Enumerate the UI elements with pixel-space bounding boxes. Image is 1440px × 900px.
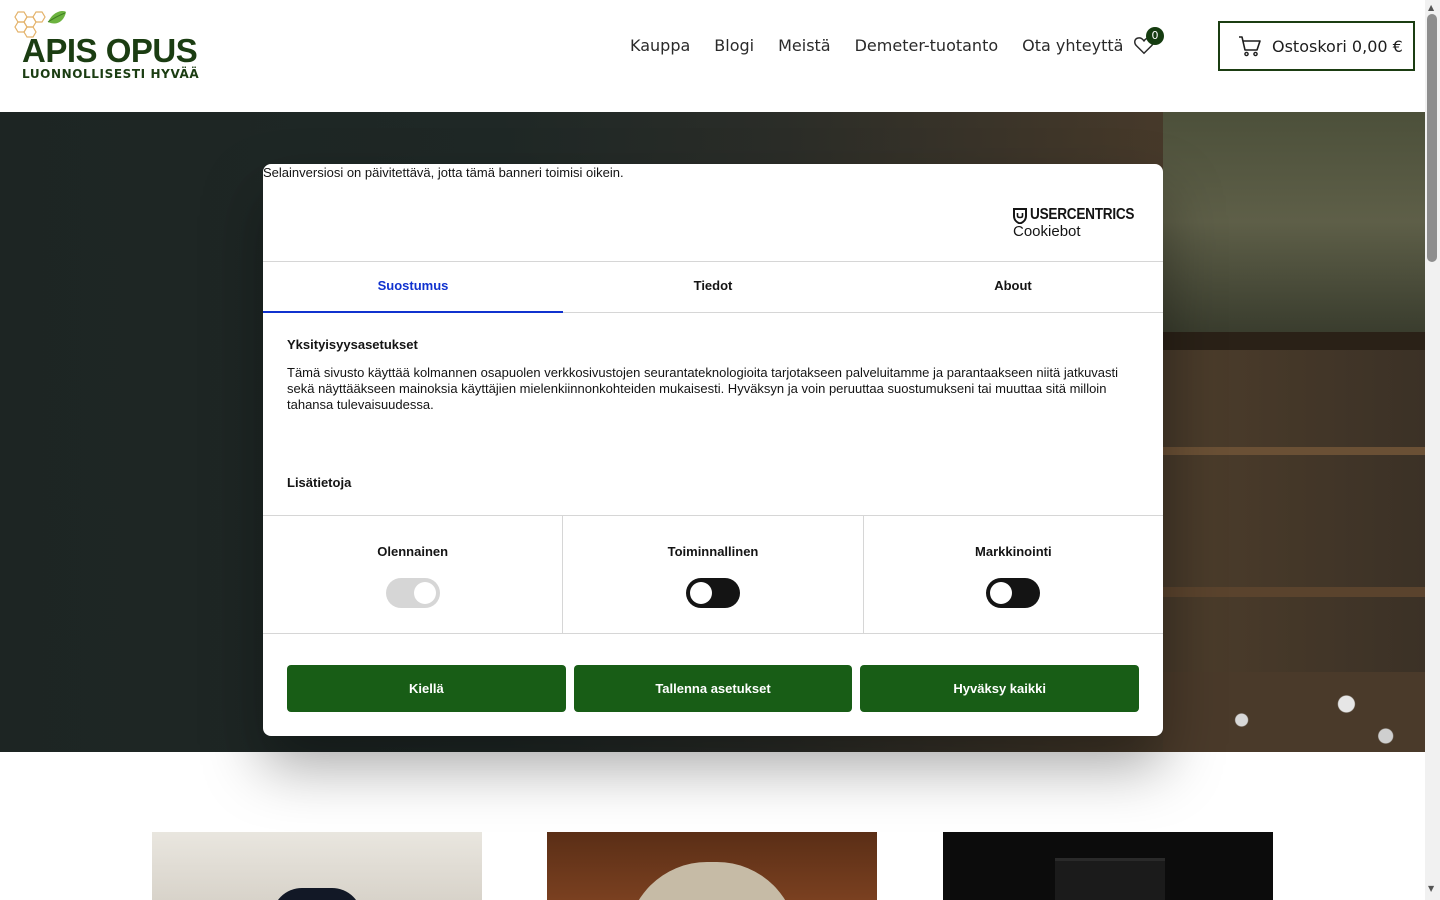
toggle-knob — [990, 582, 1013, 604]
product-bag-image — [1055, 858, 1165, 900]
tab-about[interactable]: About — [863, 262, 1163, 312]
toggle-necessary-group: Olennainen — [263, 516, 564, 633]
cookiebot-brand[interactable]: USERCENTRICS Cookiebot — [1013, 206, 1143, 242]
toggle-functional-label: Toiminnallinen — [667, 544, 759, 559]
hero-beehive-board — [1163, 447, 1425, 455]
nav-item-blogi[interactable]: Blogi — [714, 36, 754, 58]
cart-label: Ostoskori 0,00 € — [1272, 36, 1403, 56]
brand-subtitle: Cookiebot — [1013, 223, 1081, 240]
main-nav: Kauppa Blogi Meistä Demeter-tuotanto Ota… — [630, 36, 1147, 58]
scroll-up-arrow-icon[interactable]: ▲ — [1428, 3, 1434, 12]
toggle-functional-switch[interactable] — [685, 578, 740, 608]
accept-all-button[interactable]: Hyväksy kaikki — [860, 665, 1140, 712]
hero-beehive-board — [1163, 587, 1425, 597]
cookie-consent-dialog: Selainversiosi on päivitettävä, jotta tä… — [263, 164, 1163, 736]
toggle-marketing-label: Markkinointi — [975, 544, 1052, 559]
product-card-image[interactable] — [152, 832, 482, 900]
cart-button[interactable]: Ostoskori 0,00 € — [1218, 21, 1415, 71]
nav-item-demeter[interactable]: Demeter-tuotanto — [855, 36, 999, 58]
toggle-knob — [413, 582, 436, 604]
toggle-marketing-group: Markkinointi — [864, 516, 1163, 633]
hero-flowers — [1163, 672, 1425, 752]
consent-tabs: Suostumus Tiedot About — [263, 261, 1163, 313]
page-scrollbar[interactable]: ▲ ▼ — [1425, 0, 1440, 900]
toggle-necessary-switch — [385, 578, 440, 608]
product-jar-image — [272, 888, 362, 900]
product-card-image[interactable] — [547, 832, 877, 900]
more-info-label: Lisätietoja — [287, 475, 352, 490]
hero-beehive-edge — [1163, 332, 1425, 350]
hero-foliage — [1163, 112, 1425, 332]
nav-item-meista[interactable]: Meistä — [778, 36, 831, 58]
shield-icon — [1013, 208, 1027, 224]
nav-item-contact[interactable]: Ota yhteyttä — [1022, 36, 1123, 58]
privacy-settings-body: Tämä sivusto käyttää kolmannen osapuolen… — [287, 365, 1119, 412]
toggle-marketing-switch[interactable] — [986, 578, 1041, 608]
nav-item-kauppa[interactable]: Kauppa — [630, 36, 690, 58]
scroll-down-arrow-icon[interactable]: ▼ — [1428, 884, 1434, 893]
privacy-settings-title: Yksityisyysasetukset — [287, 337, 418, 352]
browser-update-warning: Selainversiosi on päivitettävä, jotta tä… — [263, 165, 624, 180]
consent-toggles: Olennainen Toiminnallinen Markkinointi — [263, 515, 1163, 634]
toggle-functional-group: Toiminnallinen — [563, 516, 864, 633]
tab-details[interactable]: Tiedot — [563, 262, 863, 312]
wishlist-count-badge: 0 — [1146, 27, 1164, 45]
toggle-knob — [689, 582, 712, 604]
save-settings-button[interactable]: Tallenna asetukset — [573, 665, 853, 712]
consent-buttons: Kiellä Tallenna asetukset Hyväksy kaikki — [287, 665, 1140, 712]
brand-name: USERCENTRICS — [1030, 206, 1135, 223]
toggle-necessary-label: Olennainen — [377, 544, 449, 559]
product-dish-image — [627, 862, 797, 900]
logo-title: APIS OPUS — [22, 32, 198, 69]
logo-subtitle: LUONNOLLISESTI HYVÄÄ — [22, 67, 200, 81]
product-card-image[interactable] — [943, 832, 1273, 900]
tab-consent[interactable]: Suostumus — [263, 262, 563, 313]
site-header: APIS OPUS LUONNOLLISESTI HYVÄÄ Kauppa Bl… — [0, 0, 1425, 112]
site-logo[interactable]: APIS OPUS LUONNOLLISESTI HYVÄÄ — [10, 8, 210, 88]
cart-icon — [1239, 36, 1261, 57]
deny-button[interactable]: Kiellä — [287, 665, 566, 712]
scroll-thumb[interactable] — [1427, 14, 1437, 262]
